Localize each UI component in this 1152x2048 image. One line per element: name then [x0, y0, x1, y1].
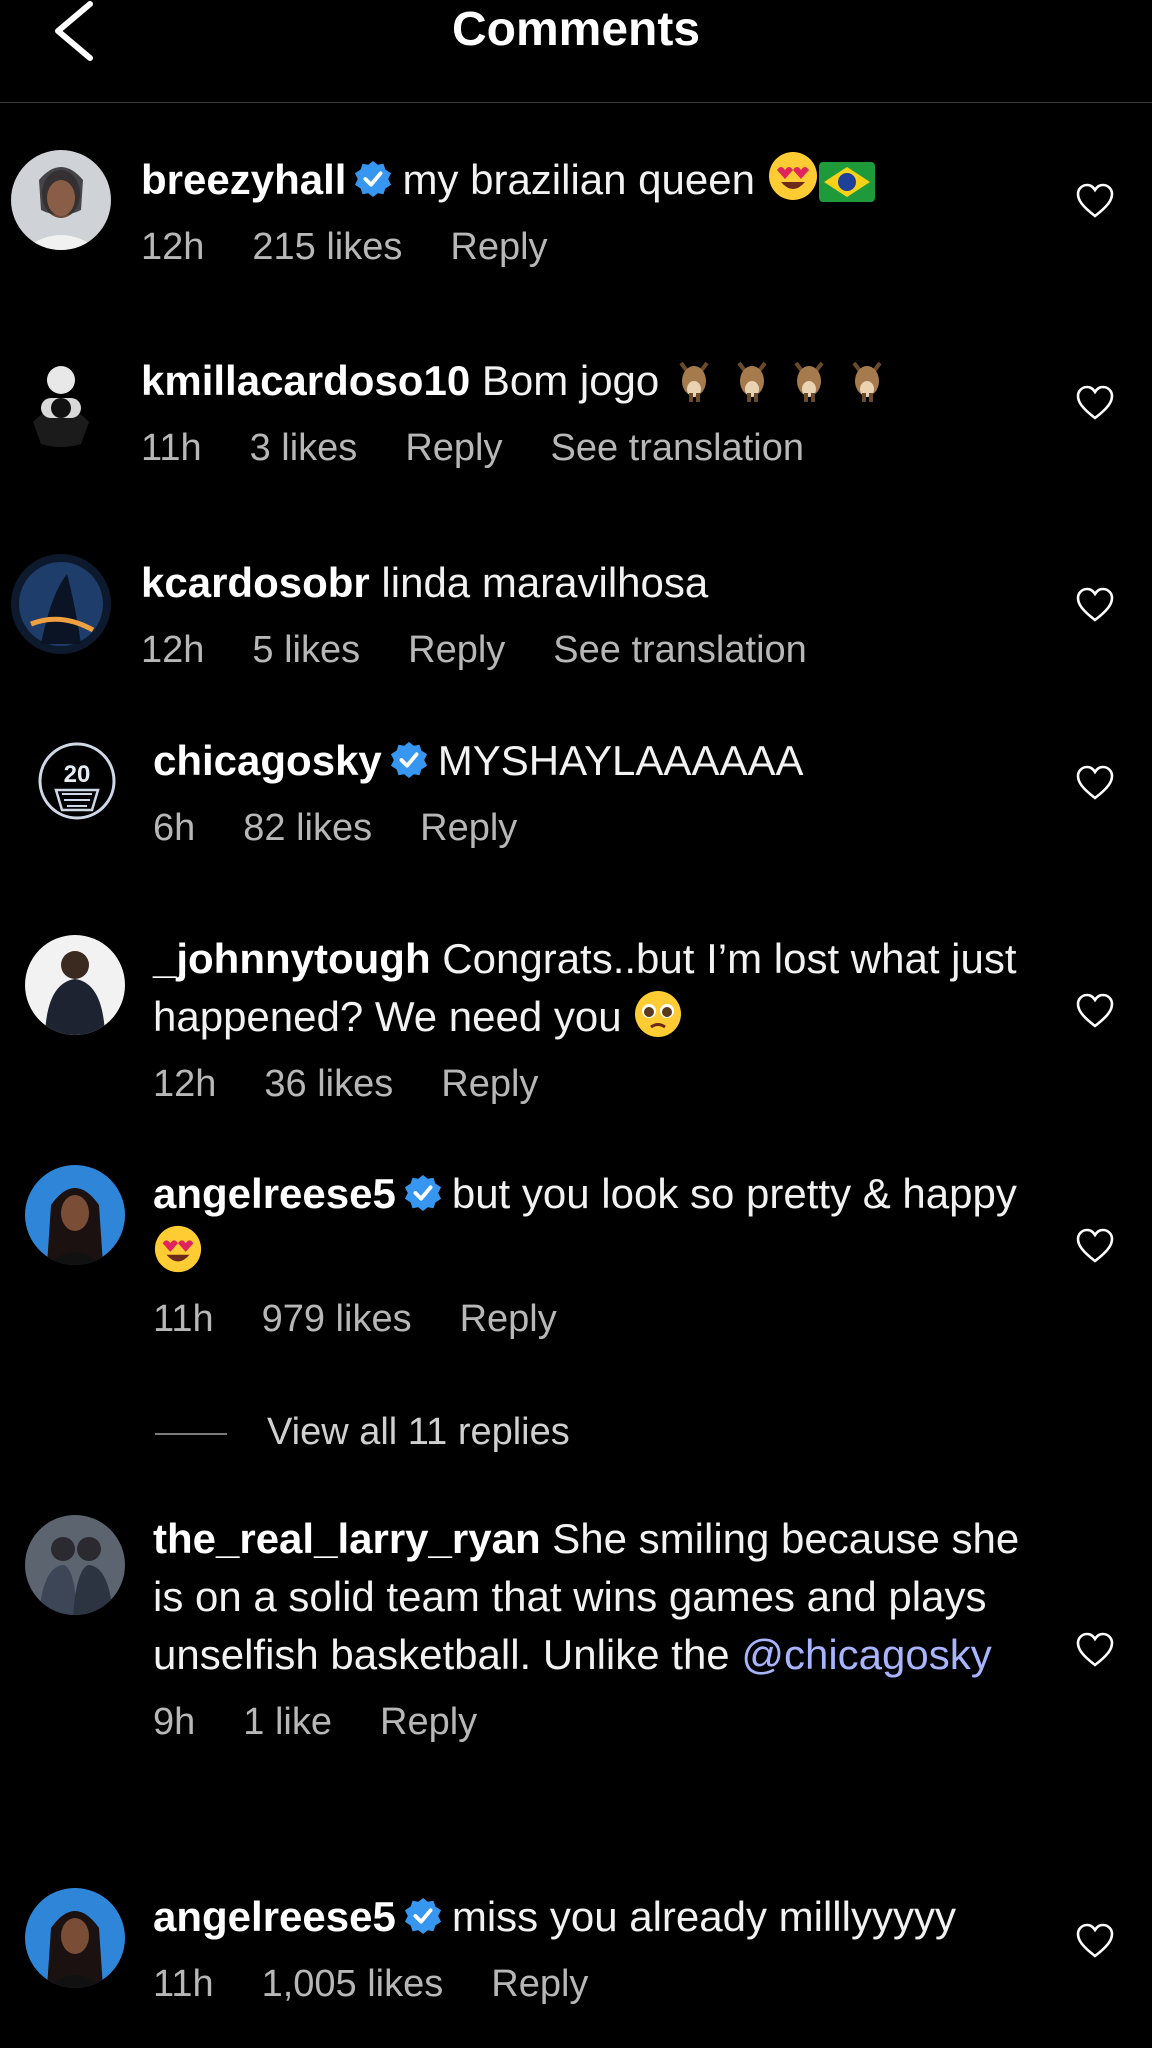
comment-username[interactable]: kmillacardoso10	[141, 357, 470, 404]
comment-time: 11h	[153, 1298, 214, 1340]
comment-text: miss you already milllyyyyy	[451, 1893, 956, 1940]
comment-likes[interactable]: 215 likes	[252, 226, 402, 268]
comment-text: but you look so pretty & happy	[451, 1170, 1017, 1217]
comment-likes[interactable]: 979 likes	[262, 1298, 412, 1340]
comment-likes[interactable]: 1,005 likes	[262, 1963, 444, 2005]
verified-badge-icon	[404, 1174, 441, 1212]
see-translation-button[interactable]: See translation	[553, 629, 807, 671]
comment-text: MYSHAYLAAAAAA	[437, 737, 804, 784]
reply-button[interactable]: Reply	[380, 1701, 477, 1743]
comment-time: 11h	[141, 427, 202, 469]
goat-emoji	[737, 361, 767, 402]
comment-text: Bom jogo	[481, 357, 660, 404]
verified-badge-icon	[355, 160, 392, 198]
heart-outline-icon[interactable]	[1076, 1228, 1114, 1264]
comment-time: 6h	[153, 807, 196, 849]
mention-link[interactable]: @chicagosky	[741, 1631, 991, 1678]
avatar[interactable]	[25, 1888, 125, 1988]
avatar[interactable]	[11, 150, 111, 250]
comment-text: linda maravilhosa	[381, 559, 709, 606]
verified-badge-icon	[390, 741, 427, 779]
comment-time: 12h	[153, 1063, 217, 1105]
comment-username[interactable]: chicagosky	[153, 737, 382, 784]
comment-username[interactable]: angelreese5	[153, 1893, 396, 1940]
reply-button[interactable]: Reply	[450, 226, 547, 268]
verified-badge-icon	[404, 1897, 441, 1935]
heart-outline-icon[interactable]	[1076, 183, 1114, 219]
avatar-logo-text: 20	[64, 761, 91, 788]
goat-emoji	[679, 361, 709, 402]
view-replies-button[interactable]: View all 11 replies	[155, 1408, 570, 1456]
comment-likes[interactable]: 3 likes	[250, 427, 358, 469]
comment-time: 9h	[153, 1701, 196, 1743]
comment-likes[interactable]: 82 likes	[243, 807, 372, 849]
heart-eyes-emoji	[768, 152, 817, 200]
heart-outline-icon[interactable]	[1076, 385, 1114, 421]
goat-emoji	[852, 361, 882, 402]
reply-button[interactable]: Reply	[460, 1298, 557, 1340]
comment-likes[interactable]: 36 likes	[264, 1063, 393, 1105]
comment-username[interactable]: the_real_larry_ryan	[153, 1515, 541, 1562]
comment-likes[interactable]: 1 like	[243, 1701, 332, 1743]
avatar[interactable]: 20	[36, 740, 118, 822]
avatar[interactable]	[25, 1165, 125, 1265]
avatar[interactable]	[25, 935, 125, 1035]
avatar[interactable]	[25, 1515, 125, 1615]
see-translation-button[interactable]: See translation	[550, 427, 804, 469]
view-replies-label: View all 11 replies	[267, 1411, 570, 1453]
comment-username[interactable]: breezyhall	[141, 156, 346, 203]
comment-username[interactable]: _johnnytough	[153, 935, 431, 982]
reply-button[interactable]: Reply	[420, 807, 517, 849]
reply-button[interactable]: Reply	[405, 427, 502, 469]
heart-outline-icon[interactable]	[1076, 1923, 1114, 1959]
reply-button[interactable]: Reply	[441, 1063, 538, 1105]
pleading-face-emoji	[635, 991, 682, 1037]
heart-outline-icon[interactable]	[1076, 587, 1114, 623]
goat-emoji	[794, 361, 824, 402]
heart-outline-icon[interactable]	[1076, 765, 1114, 801]
replies-divider	[155, 1432, 227, 1435]
heart-outline-icon[interactable]	[1076, 993, 1114, 1029]
reply-button[interactable]: Reply	[491, 1963, 588, 2005]
reply-button[interactable]: Reply	[408, 629, 505, 671]
comment-likes[interactable]: 5 likes	[252, 629, 360, 671]
comment-time: 12h	[141, 226, 205, 268]
heart-outline-icon[interactable]	[1076, 1632, 1114, 1668]
heart-eyes-emoji	[154, 1225, 202, 1273]
comment-text: my brazilian queen	[402, 156, 755, 203]
comment-time: 12h	[141, 629, 205, 671]
comment-username[interactable]: angelreese5	[153, 1170, 396, 1217]
header: Comments	[0, 0, 1152, 103]
brazil-flag-emoji	[818, 162, 875, 202]
page-title: Comments	[451, 3, 701, 56]
avatar[interactable]	[11, 352, 111, 452]
comment-time: 11h	[153, 1963, 214, 2005]
avatar[interactable]	[11, 554, 111, 654]
comment-username[interactable]: kcardosobr	[141, 559, 370, 606]
